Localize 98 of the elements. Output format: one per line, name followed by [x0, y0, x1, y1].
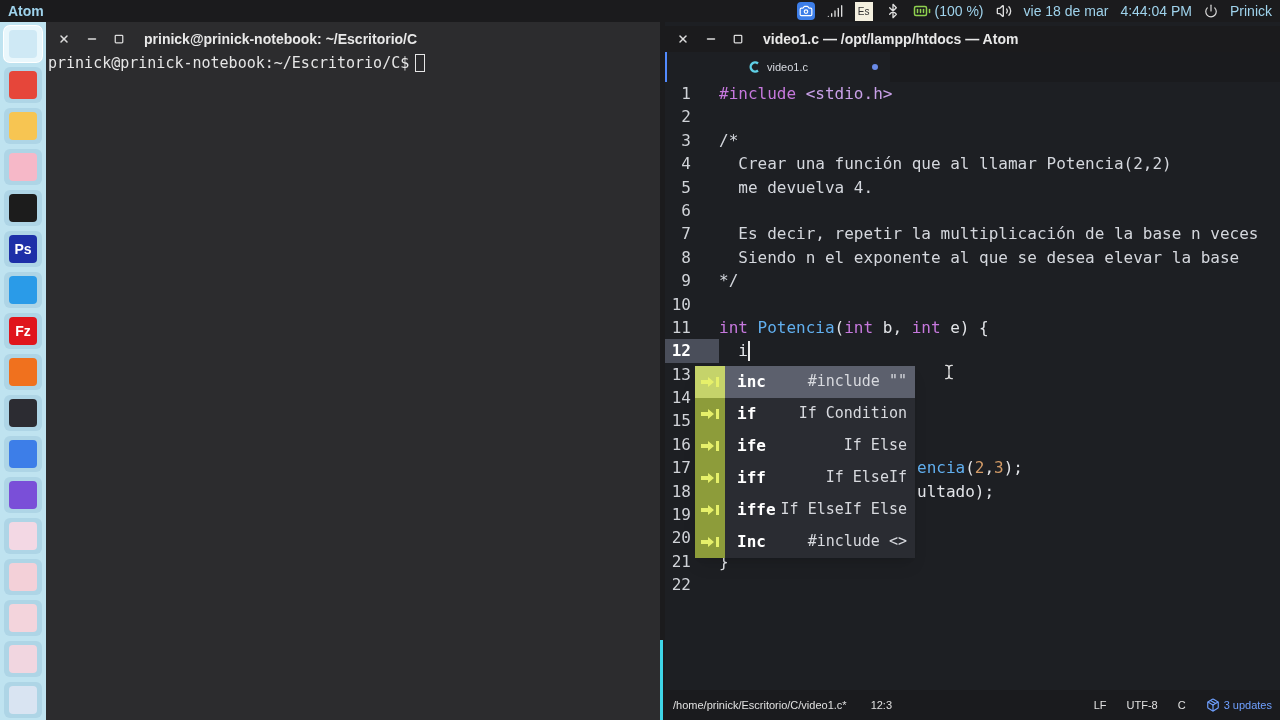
terminal-cursor: [415, 54, 426, 73]
suggestion-snippet: inc: [737, 371, 766, 394]
snippet-icon: [700, 505, 720, 515]
close-icon[interactable]: [677, 33, 689, 45]
date[interactable]: vie 18 de mar: [1023, 0, 1109, 22]
line-number: 2: [681, 106, 691, 129]
line-number: 11: [671, 316, 691, 339]
suggestion-snippet: ife: [737, 435, 766, 458]
maximize-icon[interactable]: [733, 34, 743, 44]
code-token: me devuelva 4.: [737, 176, 874, 199]
power-icon[interactable]: [1204, 4, 1218, 18]
battery-level[interactable]: (100 %): [934, 0, 984, 22]
updates-link[interactable]: 3 updates: [1223, 696, 1272, 714]
cursor-position[interactable]: 12:3: [870, 696, 893, 714]
suggestion-item[interactable]: if If Condition: [695, 398, 915, 430]
clock[interactable]: 4:44:04 PM: [1120, 0, 1192, 22]
code-token: (: [834, 316, 845, 339]
signal-icon[interactable]: [826, 3, 843, 19]
code-token: i: [737, 340, 748, 363]
line-number: 9: [681, 270, 691, 293]
suggestion-item[interactable]: ife If Else: [695, 430, 915, 462]
code-token: ultado);: [917, 480, 995, 503]
window-title: video1.c — /opt/lampp/htdocs — Atom: [763, 29, 1019, 49]
snippet-icon: [700, 537, 720, 547]
line-number: 16: [671, 433, 691, 456]
line-number: 21: [671, 550, 691, 573]
suggestion-description: #include "": [807, 371, 908, 393]
suggestion-snippet: if: [737, 403, 757, 426]
suggestion-description: #include <>: [807, 531, 908, 553]
suggestion-description: If ElseIf: [825, 467, 908, 489]
line-number: 19: [671, 504, 691, 527]
code-token: #include: [719, 83, 797, 105]
line-number: 15: [671, 410, 691, 433]
code-token: encia: [917, 457, 966, 480]
line-number: 6: [681, 199, 691, 222]
code-token: (: [965, 457, 975, 480]
shell-prompt: prinick@prinick-notebook:~/Escritorio/C$: [48, 53, 410, 74]
line-number: 17: [671, 457, 691, 480]
suggestion-item[interactable]: iffe If ElseIf Else: [695, 494, 915, 526]
line-ending[interactable]: LF: [1093, 696, 1107, 714]
camera-icon[interactable]: [796, 2, 815, 20]
close-icon[interactable]: [58, 33, 70, 45]
package-icon[interactable]: [1205, 698, 1220, 712]
code-token: e) {: [949, 316, 989, 339]
suggestion-item[interactable]: iff If ElseIf: [695, 462, 915, 494]
snippet-icon: [700, 473, 720, 483]
suggestion-description: If ElseIf Else: [780, 499, 908, 521]
code-token: int: [719, 316, 749, 339]
code-token: 3: [994, 457, 1004, 480]
window-title: prinick@prinick-notebook: ~/Escritorio/C: [144, 29, 418, 49]
line-number: 3: [681, 129, 691, 152]
grammar[interactable]: C: [1177, 696, 1186, 714]
snippet-icon: [700, 409, 720, 419]
code-token: b,: [881, 316, 904, 339]
code-token: Potencia: [757, 316, 835, 339]
code-token: /*: [719, 129, 739, 152]
code-token: 2: [974, 457, 985, 480]
volume-icon[interactable]: [995, 3, 1012, 19]
c-file-icon: [749, 61, 759, 73]
suggestion-snippet: iff: [737, 467, 766, 490]
line-number: 12: [671, 340, 691, 363]
line-number: 10: [671, 293, 691, 316]
line-number: 8: [681, 246, 691, 269]
line-number: 4: [681, 153, 691, 176]
tab-label: video1.c: [767, 59, 808, 75]
line-number: 22: [671, 574, 691, 597]
app-name: Atom: [8, 1, 44, 21]
keyboard-layout[interactable]: Es: [854, 1, 873, 21]
code-token: Es decir, repetir la multiplicación de la base n veces: [737, 223, 1259, 246]
suggestion-description: If Condition: [798, 403, 908, 425]
code-token: <stdio.h>: [804, 83, 893, 105]
editor-tab[interactable]: video1.c: [665, 52, 890, 82]
line-number: 20: [671, 527, 691, 550]
maximize-icon[interactable]: [114, 34, 124, 44]
suggestion-item[interactable]: inc #include "": [695, 366, 915, 398]
code-token: Siendo n el exponente al que se desea elevar la base: [737, 246, 1240, 269]
suggestion-snippet: Inc: [737, 531, 766, 554]
file-path[interactable]: /home/prinick/Escritorio/C/video1.c*: [673, 696, 847, 714]
code-token: int: [911, 316, 941, 339]
code-token: Crear una función que al llamar Potencia(2,2): [737, 153, 1172, 176]
line-number: 5: [681, 176, 691, 199]
line-number: 14: [671, 387, 691, 410]
code-token: int: [844, 316, 874, 339]
code-token: */: [719, 270, 739, 293]
encoding[interactable]: UTF-8: [1126, 696, 1158, 714]
user-name[interactable]: Prinick: [1230, 0, 1272, 22]
line-number: 13: [671, 363, 691, 386]
suggestion-item[interactable]: Inc #include <>: [695, 526, 915, 558]
suggestion-description: If Else: [843, 435, 908, 457]
line-number: 1: [681, 83, 691, 105]
snippet-icon: [700, 441, 720, 451]
code-token: );: [1003, 457, 1023, 480]
text-cursor: [747, 341, 750, 362]
suggestion-snippet: iffe: [737, 499, 776, 522]
line-number: 7: [681, 223, 691, 246]
code-token: ,: [984, 457, 995, 480]
line-number: 18: [671, 480, 691, 503]
snippet-icon: [700, 377, 720, 387]
